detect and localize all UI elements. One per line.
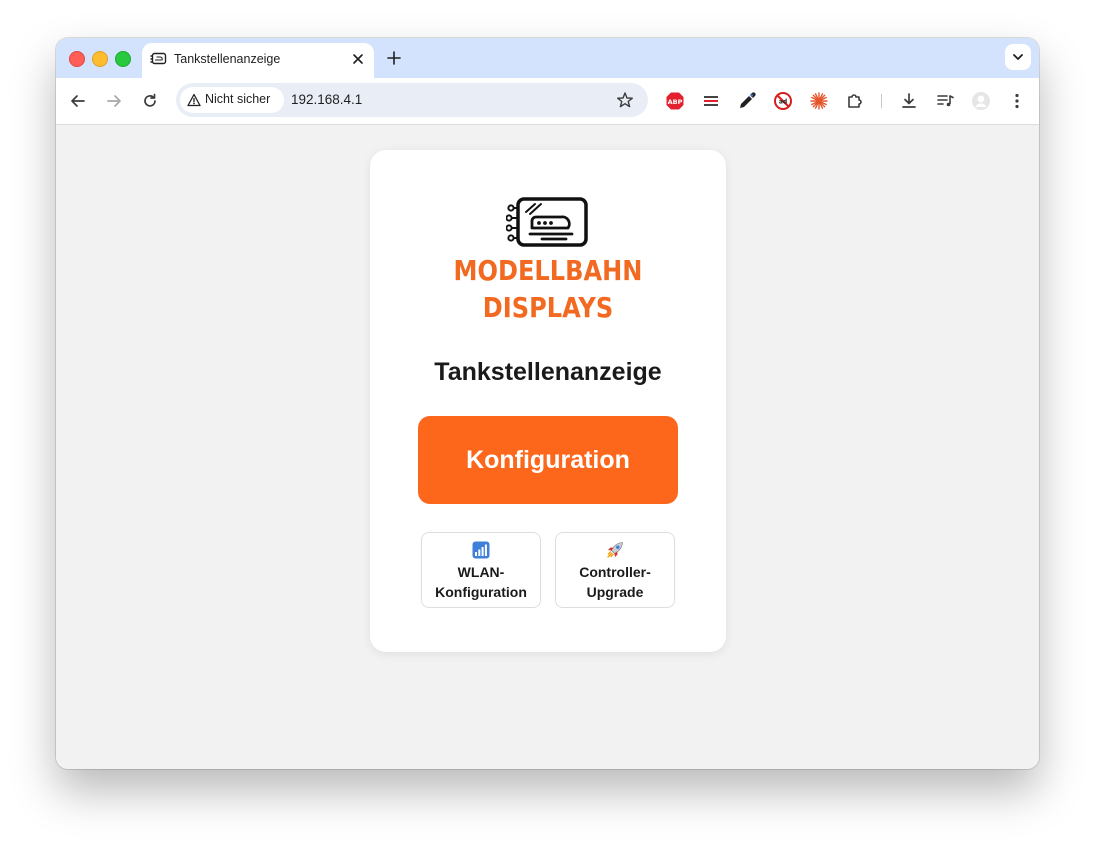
train-display-favicon-icon xyxy=(150,52,167,65)
new-tab-icon[interactable] xyxy=(385,49,403,67)
page-viewport: MODELLBAHN DISPLAYS Tankstellenanzeige K… xyxy=(56,125,1039,769)
security-chip[interactable]: Nicht sicher xyxy=(180,87,284,113)
brand-name-line2: DISPLAYS xyxy=(482,291,614,324)
svg-text:ABP: ABP xyxy=(668,98,683,106)
bookmark-star-icon[interactable] xyxy=(616,91,634,109)
controller-upgrade-label: Controller- Upgrade xyxy=(579,564,651,600)
wifi-config-button[interactable]: WLAN- Konfiguration xyxy=(421,532,541,608)
browser-toolbar: Nicht sicher 192.168.4.1 ABP ad xyxy=(56,78,1039,125)
kebab-menu-icon[interactable] xyxy=(1007,91,1027,111)
eyedropper-icon[interactable] xyxy=(737,91,757,111)
configuration-button[interactable]: Konfiguration xyxy=(418,416,678,504)
tab-list-icon[interactable] xyxy=(701,91,721,111)
address-bar[interactable]: Nicht sicher 192.168.4.1 xyxy=(176,83,648,117)
security-label: Nicht sicher xyxy=(205,92,271,106)
download-icon[interactable] xyxy=(899,91,919,111)
reading-list-icon[interactable] xyxy=(935,91,955,111)
controller-upgrade-button[interactable]: Controller- Upgrade xyxy=(555,532,675,608)
block-ads-icon[interactable]: ad xyxy=(773,91,793,111)
rocket-icon xyxy=(607,542,623,558)
warning-triangle-icon xyxy=(187,93,201,107)
main-card: MODELLBAHN DISPLAYS Tankstellenanzeige K… xyxy=(370,150,726,652)
minimize-window-icon[interactable] xyxy=(92,51,108,67)
close-tab-icon[interactable] xyxy=(350,51,366,67)
tab-title: Tankstellenanzeige xyxy=(174,52,281,66)
signal-bars-icon xyxy=(472,541,490,559)
train-display-logo-icon xyxy=(506,197,588,247)
forward-arrow-icon[interactable] xyxy=(104,91,124,111)
brand-name-line1: MODELLBAHN xyxy=(453,254,643,287)
puzzle-extensions-icon[interactable] xyxy=(845,91,865,111)
page-title: Tankstellenanzeige xyxy=(434,358,662,386)
profile-avatar-icon[interactable] xyxy=(971,91,991,111)
tab-active[interactable]: Tankstellenanzeige xyxy=(142,43,374,78)
burst-icon[interactable] xyxy=(809,91,829,111)
tab-strip: Tankstellenanzeige xyxy=(56,38,1039,78)
toolbar-divider xyxy=(881,94,882,108)
url-text[interactable]: 192.168.4.1 xyxy=(291,92,362,107)
tab-search-button[interactable] xyxy=(1005,44,1031,70)
svg-text:ad: ad xyxy=(779,99,787,106)
browser-window: Tankstellenanzeige Nicht sicher 192.168.… xyxy=(56,38,1039,769)
wifi-config-label: WLAN- Konfiguration xyxy=(435,564,527,600)
chevron-down-icon xyxy=(1013,54,1023,60)
back-arrow-icon[interactable] xyxy=(68,91,88,111)
reload-icon[interactable] xyxy=(140,91,160,111)
zoom-window-icon[interactable] xyxy=(115,51,131,67)
close-window-icon[interactable] xyxy=(69,51,85,67)
adblock-plus-icon[interactable]: ABP xyxy=(665,91,685,111)
